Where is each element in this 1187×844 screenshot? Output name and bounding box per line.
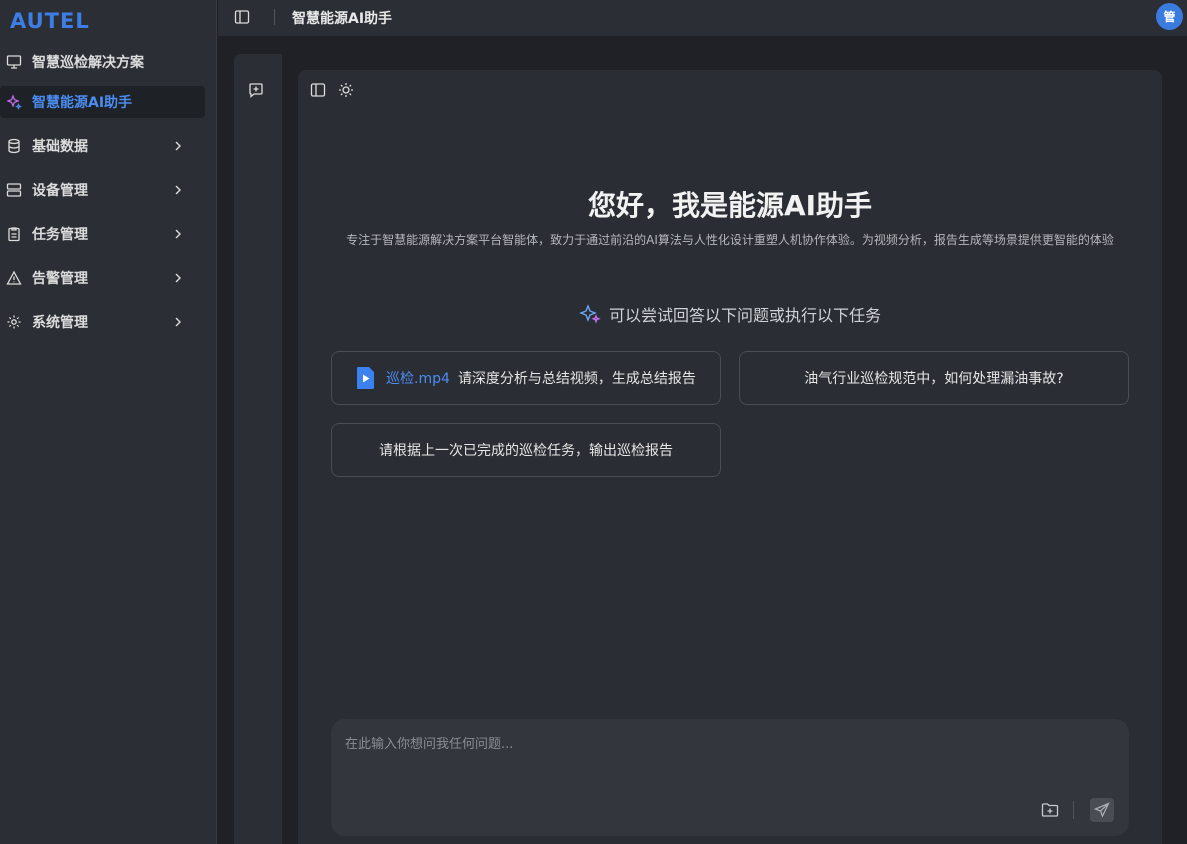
top-bar: 智慧能源AI助手 管 xyxy=(218,0,1187,36)
suggestion-card-oil-leak[interactable]: 油气行业巡检规范中，如何处理漏油事故? xyxy=(739,351,1129,405)
greeting-heading: 您好，我是能源AI助手 xyxy=(587,189,873,222)
folder-upload-icon[interactable] xyxy=(1041,801,1059,819)
warning-icon xyxy=(6,270,22,286)
svg-text:AUTEL: AUTEL xyxy=(10,9,90,32)
avatar[interactable]: 管 xyxy=(1156,3,1183,30)
panel-toggle-icon[interactable] xyxy=(310,82,326,98)
clipboard-icon xyxy=(6,226,22,242)
sidebar-item-device-management[interactable]: 设备管理 xyxy=(0,174,205,206)
chat-input-box xyxy=(331,719,1129,836)
gear-icon xyxy=(6,314,22,330)
sidebar-item-basic-data[interactable]: 基础数据 xyxy=(0,130,205,162)
server-icon xyxy=(6,182,22,198)
divider xyxy=(274,9,275,25)
autel-logo: AUTEL xyxy=(10,9,90,32)
suggestion-text: 请深度分析与总结视频，生成总结报告 xyxy=(457,371,696,387)
suggestion-hint-text: 可以尝试回答以下问题或执行以下任务 xyxy=(608,306,881,325)
chevron-right-icon xyxy=(175,141,181,151)
suggestion-text: 请根据上一次已完成的巡检任务，输出巡检报告 xyxy=(379,443,673,459)
sidebar-item-label: 任务管理 xyxy=(32,227,88,243)
page-title: 智慧能源AI助手 xyxy=(292,11,393,27)
sidebar-item-task-management[interactable]: 任务管理 xyxy=(0,218,205,250)
greeting-subtitle: 专注于智慧能源解决方案平台智能体，致力于通过前沿的AI算法与人性化设计重塑人机协… xyxy=(346,233,1114,247)
presentation-icon xyxy=(6,54,22,70)
suggestion-card-report[interactable]: 请根据上一次已完成的巡检任务，输出巡检报告 xyxy=(331,423,721,477)
sidebar-item-label: 告警管理 xyxy=(32,271,88,287)
sidebar-item-alarm-management[interactable]: 告警管理 xyxy=(0,262,205,294)
chat-panel: 您好，我是能源AI助手 专注于智慧能源解决方案平台智能体，致力于通过前沿的AI算… xyxy=(298,70,1162,844)
sidebar-item-label: 设备管理 xyxy=(32,183,88,199)
sidebar: AUTEL 智慧巡检解决方案 智慧能源AI助手 基础数据 设备管理 任务管理 告… xyxy=(0,0,217,844)
divider xyxy=(1073,801,1074,819)
conversation-strip xyxy=(234,54,282,844)
database-icon xyxy=(6,138,22,154)
suggestion-text: 油气行业巡检规范中，如何处理漏油事故? xyxy=(804,371,1064,387)
sidebar-item-label: 智慧巡检解决方案 xyxy=(32,55,144,71)
sidebar-item-inspection[interactable]: 智慧巡检解决方案 xyxy=(0,46,205,78)
chat-input[interactable] xyxy=(345,733,1115,793)
sidebar-item-label: 智慧能源AI助手 xyxy=(32,95,133,111)
chevron-right-icon xyxy=(175,229,181,239)
chevron-right-icon xyxy=(175,317,181,327)
send-icon xyxy=(1094,802,1110,818)
new-chat-icon[interactable] xyxy=(248,82,264,98)
sidebar-item-system-management[interactable]: 系统管理 xyxy=(0,306,205,338)
sparkles-icon xyxy=(6,94,22,110)
suggestion-card-video[interactable]: 巡检.mp4 请深度分析与总结视频，生成总结报告 xyxy=(331,351,721,405)
sidebar-item-label: 基础数据 xyxy=(32,139,88,155)
chevron-right-icon xyxy=(175,185,181,195)
sidebar-item-ai-assistant[interactable]: 智慧能源AI助手 xyxy=(0,86,205,118)
sidebar-toggle-icon[interactable] xyxy=(234,9,250,25)
suggestion-hint: 可以尝试回答以下问题或执行以下任务 xyxy=(298,302,1162,326)
sparkles-icon xyxy=(579,304,601,324)
video-file-icon xyxy=(357,367,375,389)
attached-file-name: 巡检.mp4 xyxy=(386,371,450,387)
chevron-right-icon xyxy=(175,273,181,283)
send-button[interactable] xyxy=(1090,798,1114,822)
sidebar-item-label: 系统管理 xyxy=(32,315,88,331)
sun-icon[interactable] xyxy=(338,82,354,98)
panel-toolbar xyxy=(310,82,354,98)
